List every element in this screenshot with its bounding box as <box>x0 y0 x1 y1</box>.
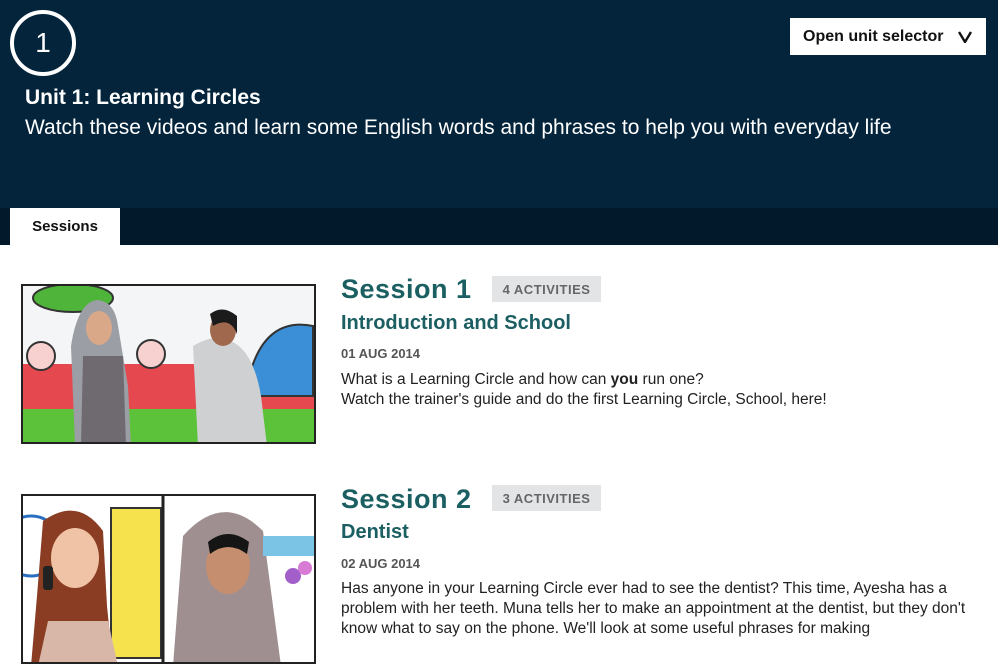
description-text: run one? <box>638 371 704 388</box>
activities-badge: 4 ACTIVITIES <box>492 276 601 302</box>
description-emphasis: you <box>610 371 639 388</box>
session-date: 01 AUG 2014 <box>341 346 421 361</box>
unit-number-circle: 1 <box>10 10 76 76</box>
session-1-thumbnail[interactable] <box>21 284 316 444</box>
session-date: 02 AUG 2014 <box>341 556 421 571</box>
session-subtitle-link[interactable]: Dentist <box>341 521 409 544</box>
session-title[interactable]: Session 1 <box>341 274 472 305</box>
open-unit-selector-button[interactable]: Open unit selector <box>790 18 986 55</box>
unit-header: 1 Unit 1: Learning Circles Watch these v… <box>0 0 998 208</box>
session-2-illustration <box>23 496 314 662</box>
tab-sessions[interactable]: Sessions <box>10 208 120 245</box>
activities-badge: 3 ACTIVITIES <box>492 485 601 511</box>
session-2-thumbnail[interactable] <box>21 494 316 664</box>
tab-bar: Sessions <box>0 208 998 245</box>
session-1-illustration <box>23 286 314 442</box>
session-description: What is a Learning Circle and how can yo… <box>341 370 981 410</box>
unit-title: Unit 1: Learning Circles <box>25 86 261 109</box>
description-text: Watch the trainer's guide and do the fir… <box>341 391 827 408</box>
session-subtitle-link[interactable]: Introduction and School <box>341 312 571 335</box>
description-text: What is a Learning Circle and how can <box>341 371 611 388</box>
unit-selector-label: Open unit selector <box>803 27 944 45</box>
chevron-down-icon <box>958 30 972 43</box>
session-description: Has anyone in your Learning Circle ever … <box>341 580 966 637</box>
unit-description: Watch these videos and learn some Englis… <box>25 116 892 139</box>
session-title[interactable]: Session 2 <box>341 484 472 515</box>
